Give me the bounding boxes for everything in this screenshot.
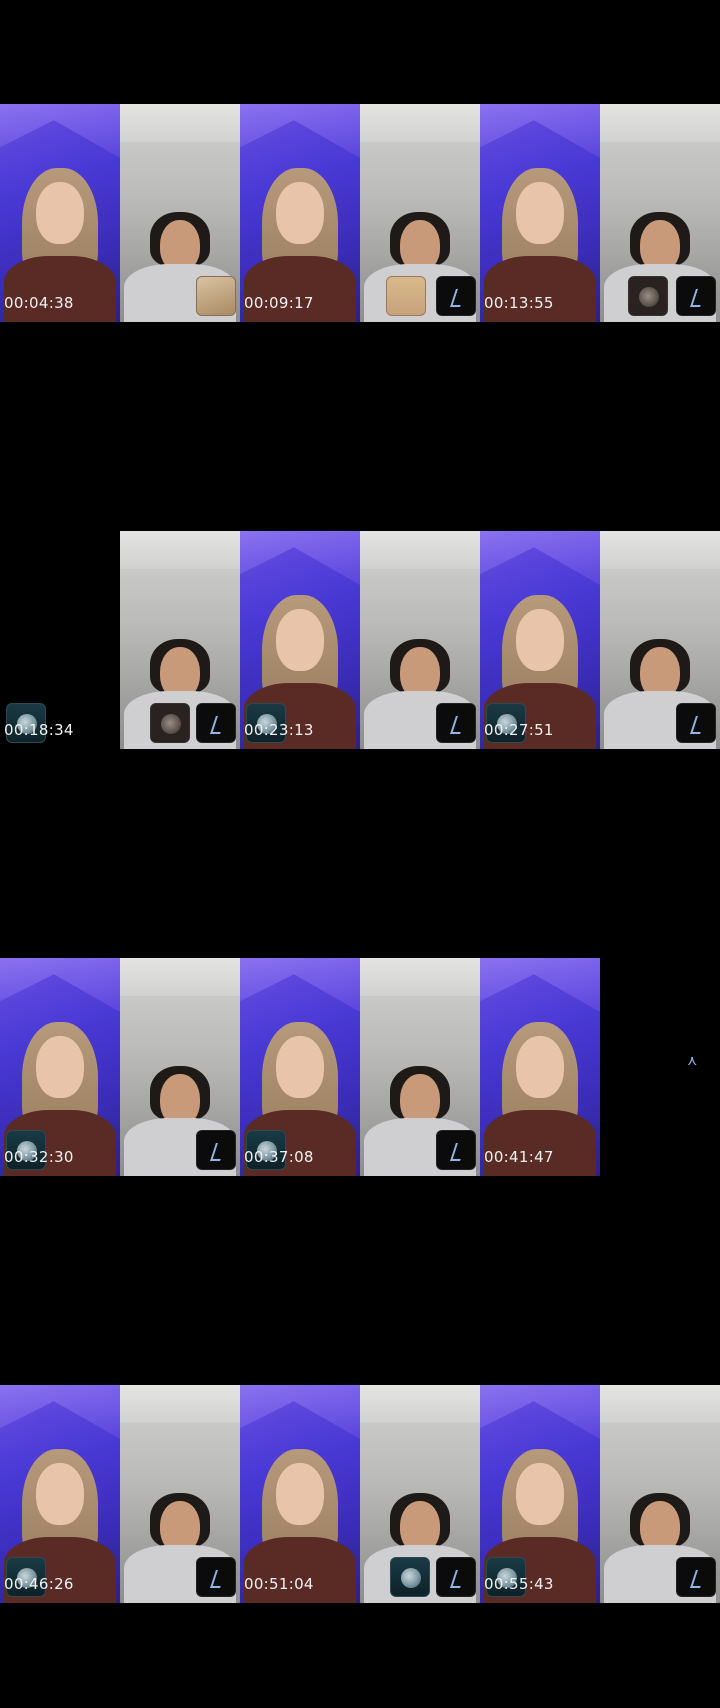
torso	[244, 1537, 356, 1603]
video-frame-boy	[120, 1385, 240, 1603]
contact-row: ⋏ 00:32:30 00:37:08 00:41:47	[0, 854, 720, 1281]
timestamp-label: 00:51:04	[244, 1575, 314, 1593]
face	[516, 182, 564, 244]
ceiling	[120, 104, 240, 142]
face	[36, 1463, 84, 1525]
face	[276, 1463, 324, 1525]
torso	[484, 256, 596, 322]
contact-sheet: 00:04:38 00:09:17 00:13:55 00:18:34 00:2…	[0, 0, 720, 1708]
frame-strip	[0, 104, 720, 322]
video-frame-girl	[240, 531, 360, 749]
frame-strip	[0, 1385, 720, 1603]
timestamp-label: 00:13:55	[484, 294, 554, 312]
video-frame-girl	[240, 1385, 360, 1603]
face	[36, 1036, 84, 1098]
ceiling	[360, 958, 480, 996]
ceiling	[360, 531, 480, 569]
video-frame-girl	[240, 104, 360, 322]
video-frame-boy	[120, 531, 240, 749]
timestamp-label: 00:27:51	[484, 721, 554, 739]
moon-thumbnail	[628, 276, 668, 316]
face	[36, 182, 84, 244]
app-logo-icon	[676, 276, 716, 316]
ceiling	[240, 104, 360, 158]
app-logo-icon	[676, 703, 716, 743]
timestamp-label: 00:46:26	[4, 1575, 74, 1593]
ceiling	[480, 958, 600, 1012]
timestamp-label: 00:23:13	[244, 721, 314, 739]
ceiling	[360, 104, 480, 142]
video-frame-girl	[480, 958, 600, 1176]
face	[516, 1463, 564, 1525]
video-frame-boy	[120, 958, 240, 1176]
contact-row: 00:18:34 00:23:13 00:27:51	[0, 427, 720, 854]
ceiling	[600, 104, 720, 142]
torso	[484, 1110, 596, 1176]
frame-strip	[0, 531, 720, 749]
timestamp-label: 00:09:17	[244, 294, 314, 312]
face	[516, 1036, 564, 1098]
timestamp-label: 00:37:08	[244, 1148, 314, 1166]
torso	[244, 256, 356, 322]
ceiling	[240, 1385, 360, 1439]
timestamp-label: 00:18:34	[4, 721, 74, 739]
app-logo-icon	[676, 1557, 716, 1597]
video-frame-boy	[360, 531, 480, 749]
video-frame-girl	[0, 1385, 120, 1603]
app-logo-icon	[196, 703, 236, 743]
ceiling	[120, 531, 240, 569]
ceiling	[120, 958, 240, 996]
ceiling	[0, 958, 120, 1012]
moon-thumbnail	[150, 703, 190, 743]
video-frame-girl	[0, 104, 120, 322]
ceiling	[600, 1385, 720, 1423]
face	[276, 609, 324, 671]
ceiling	[0, 1385, 120, 1439]
timestamp-label: 00:41:47	[484, 1148, 554, 1166]
video-frame-boy	[600, 531, 720, 749]
caller-thumbnail	[386, 276, 426, 316]
ceiling	[480, 104, 600, 158]
face	[276, 182, 324, 244]
small-app-logo-icon: ⋏	[687, 1053, 698, 1069]
timestamp-label: 00:55:43	[484, 1575, 554, 1593]
app-logo-icon	[436, 703, 476, 743]
torso	[4, 256, 116, 322]
app-logo-icon	[196, 1130, 236, 1170]
ceiling	[480, 1385, 600, 1439]
ceiling	[480, 531, 600, 585]
video-frame-boy	[120, 104, 240, 322]
video-frame-girl	[240, 958, 360, 1176]
video-frame-girl	[480, 1385, 600, 1603]
video-frame-boy	[360, 1385, 480, 1603]
timestamp-label: 00:04:38	[4, 294, 74, 312]
timestamp-label: 00:32:30	[4, 1148, 74, 1166]
app-logo-icon	[436, 1130, 476, 1170]
frame-strip: ⋏	[0, 958, 720, 1176]
video-frame-boy	[600, 1385, 720, 1603]
face	[516, 609, 564, 671]
app-logo-icon	[196, 1557, 236, 1597]
box-thumbnail	[196, 276, 236, 316]
face	[276, 1036, 324, 1098]
contact-row: 00:46:26 00:51:04 00:55:43	[0, 1281, 720, 1708]
video-frame-girl	[480, 104, 600, 322]
ceiling	[0, 104, 120, 158]
video-frame-girl	[0, 958, 120, 1176]
video-frame-boy	[600, 104, 720, 322]
ceiling	[600, 531, 720, 569]
globe-thumbnail	[390, 1557, 430, 1597]
ceiling	[120, 1385, 240, 1423]
ceiling	[360, 1385, 480, 1423]
ceiling	[240, 531, 360, 585]
video-frame-girl	[480, 531, 600, 749]
video-frame-boy	[360, 958, 480, 1176]
app-logo-icon	[436, 276, 476, 316]
app-logo-icon	[436, 1557, 476, 1597]
video-frame-blank	[0, 531, 120, 749]
contact-row: 00:04:38 00:09:17 00:13:55	[0, 0, 720, 427]
video-frame-boy	[360, 104, 480, 322]
video-frame-blank: ⋏	[600, 958, 720, 1176]
ceiling	[240, 958, 360, 1012]
